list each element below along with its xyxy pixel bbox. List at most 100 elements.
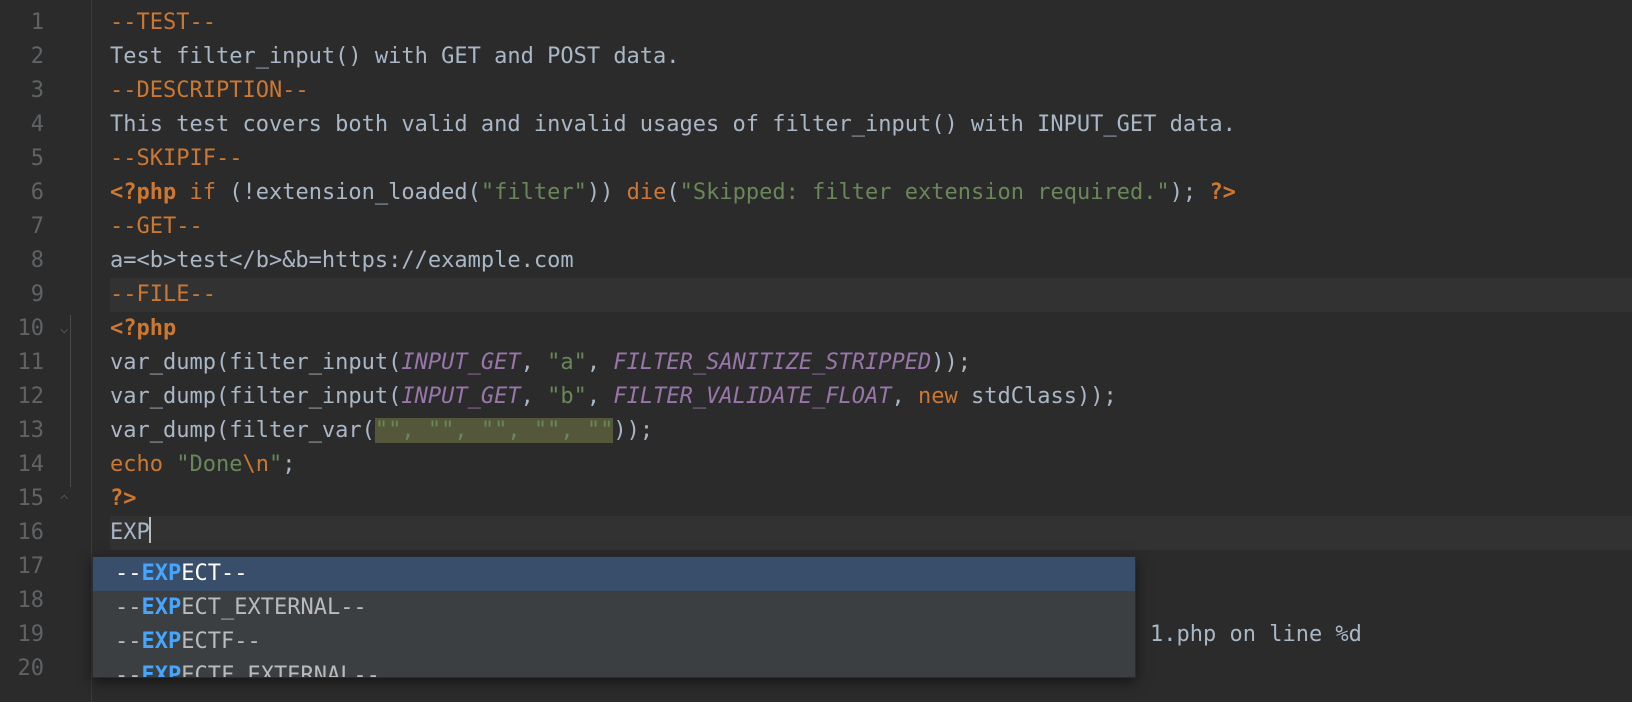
constant: FILTER_VALIDATE_FLOAT xyxy=(613,384,891,409)
line-number: 20 xyxy=(0,652,44,686)
code-line-caret[interactable]: EXP xyxy=(110,516,1632,550)
constant: INPUT_GET xyxy=(401,350,520,375)
line-number: 2 xyxy=(0,40,44,74)
line-number: 11 xyxy=(0,346,44,380)
code-line[interactable]: --GET-- xyxy=(110,210,1632,244)
function-call: extension_loaded xyxy=(256,180,468,205)
autocomplete-item-expect-external[interactable]: --EXPECT_EXTERNAL-- xyxy=(93,591,1135,625)
string-literal: "filter" xyxy=(481,180,587,205)
line-number: 3 xyxy=(0,74,44,108)
paren: )) xyxy=(587,180,627,205)
keyword-if: if xyxy=(176,180,229,205)
paren: ( xyxy=(468,180,481,205)
line-number: 4 xyxy=(0,108,44,142)
item-match: EXP xyxy=(142,629,182,654)
item-prefix: -- xyxy=(115,663,142,677)
line-number: 16 xyxy=(0,516,44,550)
string-literal: " xyxy=(269,452,282,477)
autocomplete-item-expectf[interactable]: --EXPECTF-- xyxy=(93,625,1135,659)
operator: (! xyxy=(229,180,256,205)
keyword-die: die xyxy=(627,180,667,205)
string-literal: "b" xyxy=(547,384,587,409)
php-open-tag: <?php xyxy=(110,180,176,205)
line-number: 13 xyxy=(0,414,44,448)
paren: ( xyxy=(216,350,229,375)
item-rest: ECT-- xyxy=(181,561,247,586)
line-number: 9 xyxy=(0,278,44,312)
text: This test covers both valid and invalid … xyxy=(110,112,1236,137)
code-line[interactable]: var_dump(filter_input(INPUT_GET, "a", FI… xyxy=(110,346,1632,380)
code-line[interactable]: echo "Done\n"; xyxy=(110,448,1632,482)
line-number: 10 xyxy=(0,312,44,346)
item-rest: ECT_EXTERNAL-- xyxy=(181,595,366,620)
string-literal: "a" xyxy=(547,350,587,375)
line-number: 17 xyxy=(0,550,44,584)
code-line[interactable]: <?php if (!extension_loaded("filter")) d… xyxy=(110,176,1632,210)
comma: , xyxy=(892,384,919,409)
code-line[interactable]: <?php xyxy=(110,312,1632,346)
item-match: EXP xyxy=(142,561,182,586)
function-call: filter_var xyxy=(229,418,361,443)
comma: , xyxy=(587,350,614,375)
constant: FILTER_SANITIZE_STRIPPED xyxy=(613,350,931,375)
item-prefix: -- xyxy=(115,561,142,586)
fold-collapse-icon[interactable]: ⌵ xyxy=(60,312,68,346)
typed-text: EXP xyxy=(110,520,150,545)
paren: )); xyxy=(1077,384,1117,409)
code-line[interactable]: a=<b>test</b>&b=https://example.com xyxy=(110,244,1632,278)
comma: , xyxy=(587,384,614,409)
php-open-tag: <?php xyxy=(110,316,176,341)
fold-collapse-end-icon[interactable]: ⌵ xyxy=(60,482,68,516)
code-line[interactable]: var_dump(filter_var("", "", "", "", ""))… xyxy=(110,414,1632,448)
code-line[interactable]: --DESCRIPTION-- xyxy=(110,74,1632,108)
line-number: 5 xyxy=(0,142,44,176)
code-line[interactable]: --SKIPIF-- xyxy=(110,142,1632,176)
autocomplete-item-expect[interactable]: --EXPECT-- xyxy=(93,557,1135,591)
constant: INPUT_GET xyxy=(401,384,520,409)
autocomplete-popup[interactable]: --EXPECT-- --EXPECT_EXTERNAL-- --EXPECTF… xyxy=(92,556,1136,678)
code-line[interactable]: --FILE-- xyxy=(110,278,1632,312)
keyword-new: new xyxy=(918,384,971,409)
line-number: 7 xyxy=(0,210,44,244)
paren: ( xyxy=(388,350,401,375)
section-skipif: --SKIPIF-- xyxy=(110,146,242,171)
item-match: EXP xyxy=(142,595,182,620)
paren: )); xyxy=(931,350,971,375)
item-rest: ECTF-- xyxy=(181,629,260,654)
code-line[interactable]: This test covers both valid and invalid … xyxy=(110,108,1632,142)
code-line[interactable]: Test filter_input() with GET and POST da… xyxy=(110,40,1632,74)
php-close-tag: ?> xyxy=(110,486,137,511)
paren: ( xyxy=(362,418,375,443)
php-close-tag: ?> xyxy=(1209,180,1236,205)
autocomplete-item-expectf-external[interactable]: --EXPECTF_EXTERNAL-- xyxy=(93,659,1135,677)
code-editor[interactable]: 1 2 3 4 5 6 7 8 9 10 11 12 13 14 15 16 1… xyxy=(0,0,1632,702)
class-name: stdClass xyxy=(971,384,1077,409)
escape-sequence: \n xyxy=(242,452,269,477)
function-call: filter_input xyxy=(229,350,388,375)
function-call: var_dump xyxy=(110,418,216,443)
semicolon: ; xyxy=(282,452,295,477)
line-number-gutter: 1 2 3 4 5 6 7 8 9 10 11 12 13 14 15 16 1… xyxy=(0,0,62,702)
comma: , xyxy=(521,384,548,409)
text: Test filter_input() with GET and POST da… xyxy=(110,44,680,69)
item-rest: ECTF_EXTERNAL-- xyxy=(181,663,380,677)
string-literal: "Skipped: filter extension required." xyxy=(680,180,1170,205)
code-line[interactable]: ?> xyxy=(110,482,1632,516)
line-number: 15 xyxy=(0,482,44,516)
paren: ( xyxy=(388,384,401,409)
comma: , xyxy=(521,350,548,375)
section-file: --FILE-- xyxy=(110,282,216,307)
code-line[interactable]: var_dump(filter_input(INPUT_GET, "b", FI… xyxy=(110,380,1632,414)
item-prefix: -- xyxy=(115,595,142,620)
line-number: 1 xyxy=(0,6,44,40)
item-match: EXP xyxy=(142,663,182,677)
function-call: filter_input xyxy=(229,384,388,409)
text: 1.php on line %d xyxy=(1150,622,1362,647)
function-call: var_dump xyxy=(110,350,216,375)
line-number: 12 xyxy=(0,380,44,414)
paren: ); xyxy=(1170,180,1210,205)
section-description: --DESCRIPTION-- xyxy=(110,78,309,103)
code-line[interactable]: --TEST-- xyxy=(110,6,1632,40)
text: a=<b>test</b>&b=https://example.com xyxy=(110,248,574,273)
section-get: --GET-- xyxy=(110,214,203,239)
